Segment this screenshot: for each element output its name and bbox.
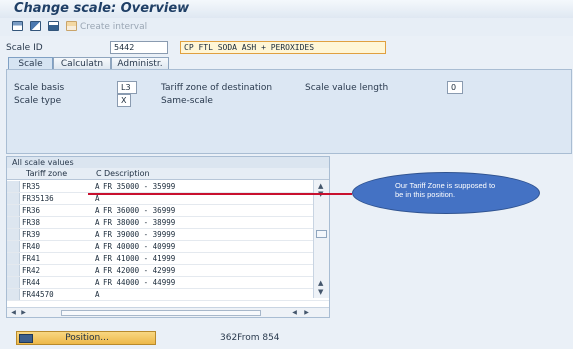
- table-row[interactable]: FR44570 A: [7, 289, 329, 301]
- scroll-thumb[interactable]: [316, 230, 327, 238]
- tariff-zone-cell: FR38: [22, 218, 41, 227]
- change-icon[interactable]: [30, 21, 41, 31]
- row-selector[interactable]: [7, 205, 20, 216]
- row-selector[interactable]: [7, 289, 20, 300]
- c-cell: A: [95, 182, 100, 191]
- position-button[interactable]: Position...: [16, 331, 156, 345]
- table-row[interactable]: FR38 A FR 38000 - 38999: [7, 217, 329, 229]
- page-left-icon[interactable]: ◀: [290, 309, 299, 317]
- tariff-zone-cell: FR39: [22, 230, 41, 239]
- entry-count: 362From 854: [220, 333, 280, 343]
- c-cell: A: [95, 242, 100, 251]
- description-cell: FR 40000 - 40999: [103, 242, 176, 251]
- scale-tab-panel: Scale basis L3 Tariff zone of destinatio…: [6, 69, 572, 154]
- scale-id-label: Scale ID: [6, 43, 43, 53]
- create-interval-button[interactable]: Create interval: [80, 22, 147, 32]
- scale-basis-label: Scale basis: [14, 83, 65, 93]
- scale-length-field[interactable]: 0: [447, 81, 463, 94]
- row-selector[interactable]: [7, 193, 20, 204]
- scale-description-field[interactable]: CP FTL SODA ASH + PEROXIDES: [180, 41, 386, 54]
- c-cell: A: [95, 266, 100, 275]
- scale-basis-field[interactable]: L3: [117, 81, 137, 94]
- description-cell: FR 38000 - 38999: [103, 218, 176, 227]
- tariff-zone-cell: FR44: [22, 278, 41, 287]
- table-title: All scale values: [7, 157, 329, 168]
- scale-values-table: All scale values Tariff zone C Descripti…: [6, 156, 330, 318]
- row-selector[interactable]: [7, 265, 20, 276]
- scale-type-label: Scale type: [14, 96, 62, 106]
- row-selector[interactable]: [7, 253, 20, 264]
- c-cell: A: [95, 254, 100, 263]
- row-selector[interactable]: [7, 217, 20, 228]
- scale-id-row: Scale ID 5442 CP FTL SODA ASH + PEROXIDE…: [0, 41, 573, 57]
- table-row[interactable]: FR36 A FR 36000 - 36999: [7, 205, 329, 217]
- table-row[interactable]: FR41 A FR 41000 - 41999: [7, 253, 329, 265]
- title-bar: Change scale: Overview: [0, 0, 573, 18]
- row-selector[interactable]: [7, 241, 20, 252]
- position-button-label: Position...: [65, 333, 109, 343]
- row-selector[interactable]: [7, 277, 20, 288]
- tariff-zone-cell: FR40: [22, 242, 41, 251]
- vertical-scrollbar[interactable]: ▲ ▼ ▲ ▼: [313, 180, 329, 298]
- scale-length-label: Scale value length: [305, 83, 389, 93]
- scale-basis-text: Tariff zone of destination: [161, 83, 273, 93]
- row-selector[interactable]: [7, 229, 20, 240]
- c-cell: A: [95, 290, 100, 299]
- description-cell: FR 35000 - 35999: [103, 182, 176, 191]
- application-toolbar: Create interval: [0, 18, 573, 36]
- scroll-up-icon[interactable]: ▲: [318, 182, 323, 190]
- display-icon[interactable]: [12, 21, 23, 31]
- column-header-description[interactable]: Description: [104, 168, 150, 180]
- scale-type-text: Same-scale: [161, 96, 213, 106]
- save-icon[interactable]: [48, 21, 59, 31]
- scroll-right-icon[interactable]: ▶: [302, 309, 311, 317]
- horizontal-scroll-track[interactable]: [61, 310, 261, 316]
- tariff-zone-cell: FR42: [22, 266, 41, 275]
- c-cell: A: [95, 278, 100, 287]
- table-row[interactable]: FR39 A FR 39000 - 39999: [7, 229, 329, 241]
- table-header: Tariff zone C Description: [7, 168, 329, 180]
- page-right-icon[interactable]: ▶: [19, 309, 28, 317]
- column-header-c[interactable]: C: [96, 168, 102, 180]
- scroll-down-icon[interactable]: ▼: [318, 288, 323, 296]
- description-cell: FR 39000 - 39999: [103, 230, 176, 239]
- window-title: Change scale: Overview: [14, 1, 190, 16]
- table-row[interactable]: FR40 A FR 40000 - 40999: [7, 241, 329, 253]
- scroll-left-icon[interactable]: ◀: [9, 309, 18, 317]
- tariff-zone-cell: FR35136: [22, 194, 54, 203]
- annotation-pointer-line: [88, 193, 352, 195]
- table-row[interactable]: FR44 A FR 44000 - 44999: [7, 277, 329, 289]
- annotation-text: Our Tariff Zone is supposed to be in thi…: [395, 181, 496, 199]
- tariff-zone-cell: FR44570: [22, 290, 54, 299]
- table-row[interactable]: FR42 A FR 42000 - 42999: [7, 265, 329, 277]
- description-cell: FR 41000 - 41999: [103, 254, 176, 263]
- c-cell: A: [95, 218, 100, 227]
- row-selector[interactable]: [7, 181, 20, 192]
- tariff-zone-cell: FR35: [22, 182, 41, 191]
- c-cell: A: [95, 230, 100, 239]
- tariff-zone-cell: FR36: [22, 206, 41, 215]
- page-up-icon[interactable]: ▲: [318, 279, 323, 287]
- c-cell: A: [95, 206, 100, 215]
- scale-id-field[interactable]: 5442: [110, 41, 168, 54]
- description-cell: FR 44000 - 44999: [103, 278, 176, 287]
- tariff-zone-cell: FR41: [22, 254, 41, 263]
- description-cell: FR 42000 - 42999: [103, 266, 176, 275]
- create-interval-icon[interactable]: [66, 21, 77, 31]
- scale-type-field[interactable]: X: [117, 94, 131, 107]
- description-cell: FR 36000 - 36999: [103, 206, 176, 215]
- horizontal-scrollbar[interactable]: ◀ ▶ ◀ ▶: [7, 307, 329, 317]
- column-header-tariff-zone[interactable]: Tariff zone: [26, 168, 67, 180]
- table-row[interactable]: FR35 A FR 35000 - 35999: [7, 181, 329, 193]
